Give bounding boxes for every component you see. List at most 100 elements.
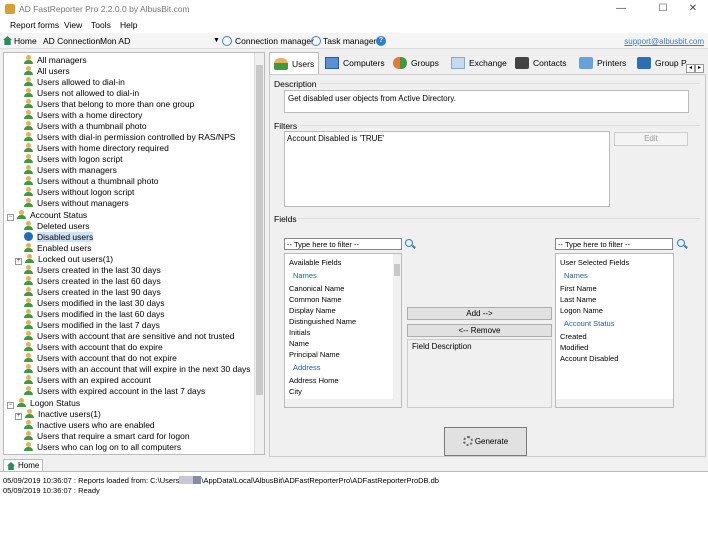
tree-item[interactable]: Users with an expired account	[24, 375, 151, 386]
tree-item[interactable]: Users not allowed to dial-in	[24, 88, 139, 99]
menu-tools[interactable]: Tools	[91, 20, 111, 30]
chevron-down-icon[interactable]: ▼	[213, 37, 220, 44]
list-group-header: Names	[293, 271, 317, 280]
tree-group-account-status[interactable]: − Account Status	[7, 210, 87, 221]
list-item[interactable]: Logon Name	[560, 306, 603, 315]
menu-help[interactable]: Help	[120, 20, 137, 30]
generate-button[interactable]: Generate	[444, 427, 527, 456]
selected-report-icon	[24, 232, 33, 241]
selected-fields-list[interactable]: User Selected Fields Names First Name La…	[555, 253, 674, 408]
tab-group-policy[interactable]: Group P	[633, 52, 687, 74]
tree-item[interactable]: All managers	[24, 55, 87, 66]
tree-item[interactable]: Inactive users who are enabled	[24, 420, 155, 431]
available-fields-list[interactable]: Available Fields Names Canonical Name Co…	[284, 253, 402, 408]
tree-group-logon-status[interactable]: − Logon Status	[7, 398, 80, 409]
tree-scroll-thumb[interactable]	[256, 65, 263, 395]
selected-fields-hscrollbar[interactable]	[556, 399, 673, 407]
tree-item[interactable]: Users modified in the last 7 days	[24, 320, 160, 331]
tree-item[interactable]: Users with home directory required	[24, 143, 169, 154]
list-item[interactable]: Canonical Name	[289, 284, 344, 293]
available-fields-hscrollbar[interactable]	[285, 399, 401, 407]
add-field-button[interactable]: Add -->	[407, 307, 552, 320]
home-button[interactable]: Home	[14, 36, 37, 46]
tree-scrollbar[interactable]	[254, 53, 264, 454]
list-item[interactable]: Created	[560, 332, 587, 341]
help-icon[interactable]: ?	[376, 36, 386, 46]
list-item[interactable]: Name	[289, 339, 309, 348]
task-manager-button[interactable]: Task manager	[323, 36, 376, 46]
tree-item[interactable]: Enabled users	[24, 243, 91, 254]
tree-item[interactable]: Users without managers	[24, 198, 129, 209]
ad-connection-select[interactable]: Mon AD	[100, 36, 130, 46]
minimize-button[interactable]: —	[606, 2, 636, 16]
selected-fields-filter-input[interactable]: -- Type here to filter --	[555, 238, 673, 250]
tree-item[interactable]: Users that belong to more than one group	[24, 99, 194, 110]
list-item[interactable]: Display Name	[289, 306, 336, 315]
expand-icon[interactable]: +	[15, 413, 22, 420]
tree-item[interactable]: + Inactive users(1)	[15, 409, 101, 420]
support-link[interactable]: support@albusbit.com	[624, 37, 704, 46]
close-button[interactable]: ✕	[678, 2, 708, 16]
tree-item-selected[interactable]: Disabled users	[24, 232, 94, 243]
list-item[interactable]: Initials	[289, 328, 310, 337]
tree-item[interactable]: Users with account that are sensitive an…	[24, 331, 235, 342]
list-item[interactable]: Distinguished Name	[289, 317, 356, 326]
tree-item[interactable]: Users created in the last 30 days	[24, 265, 161, 276]
tree-item[interactable]: + Locked out users(1)	[15, 254, 113, 265]
search-icon[interactable]	[677, 239, 685, 247]
remove-field-button[interactable]: <-- Remove	[407, 324, 552, 337]
list-item[interactable]: First Name	[560, 284, 597, 293]
edit-filter-button[interactable]: Edit	[614, 132, 688, 146]
tree-item[interactable]: Users with logon script	[24, 154, 123, 165]
tab-scroll-left-button[interactable]: ◂	[686, 64, 695, 73]
search-icon[interactable]	[405, 239, 413, 247]
tree-item[interactable]: Users created in the last 90 days	[24, 287, 161, 298]
list-item[interactable]: Common Name	[289, 295, 342, 304]
tree-item[interactable]: All users	[24, 66, 70, 77]
tree-item[interactable]: Users without logon script	[24, 187, 134, 198]
tree-item[interactable]: Users with account that do expire	[24, 342, 163, 353]
tree-item[interactable]: Users with dial-in permission controlled…	[24, 132, 235, 143]
collapse-icon[interactable]: −	[7, 402, 14, 409]
user-icon	[24, 88, 33, 97]
expand-icon[interactable]: +	[15, 258, 22, 265]
maximize-button[interactable]: ☐	[648, 2, 678, 16]
connection-manager-button[interactable]: Connection manager	[235, 36, 314, 46]
list-header: Available Fields	[289, 258, 342, 267]
tab-home[interactable]: Home	[3, 459, 43, 471]
collapse-icon[interactable]: −	[7, 214, 14, 221]
list-item[interactable]: City	[289, 387, 302, 396]
tab-computers[interactable]: Computers	[321, 52, 385, 74]
tab-scroll-right-button[interactable]: ▸	[695, 64, 704, 73]
tree-item[interactable]: Users allowed to dial-in	[24, 77, 125, 88]
tab-exchange[interactable]: Exchange	[447, 52, 507, 74]
available-fields-filter-input[interactable]: -- Type here to filter --	[284, 238, 402, 250]
tree-item[interactable]: Users who can log on to all computers	[24, 442, 181, 453]
tree-item[interactable]: Users with expired account in the last 7…	[24, 386, 205, 397]
tree-item[interactable]: Users with a thumbnail photo	[24, 121, 147, 132]
tree-item[interactable]: Users that require a smart card for logo…	[24, 431, 190, 442]
tree-item[interactable]: Users without a thumbnail photo	[24, 176, 158, 187]
tree-item[interactable]: Users with account that do not expire	[24, 353, 177, 364]
tree-item[interactable]: Users modified in the last 60 days	[24, 309, 165, 320]
menu-view[interactable]: View	[64, 20, 82, 30]
tree-item[interactable]: Users created in the last 60 days	[24, 276, 161, 287]
list-item[interactable]: Account Disabled	[560, 354, 618, 363]
tab-groups[interactable]: Groups	[389, 52, 441, 74]
list-item[interactable]: Principal Name	[289, 350, 340, 359]
list-item[interactable]: Modified	[560, 343, 588, 352]
tab-printers[interactable]: Printers	[575, 52, 629, 74]
tab-contacts[interactable]: Contacts	[511, 52, 569, 74]
available-fields-scrollbar[interactable]	[393, 254, 401, 401]
tree-item[interactable]: Users modified in the last 30 days	[24, 298, 165, 309]
tree-item[interactable]: Users with managers	[24, 165, 117, 176]
user-icon	[24, 121, 33, 130]
tree-item[interactable]: Users with an account that will expire i…	[24, 364, 251, 375]
menu-report-forms[interactable]: Report forms	[10, 20, 59, 30]
list-item[interactable]: Address Home	[289, 376, 339, 385]
tree-item[interactable]: Users with a home directory	[24, 110, 142, 121]
tab-users[interactable]: Users	[269, 52, 319, 74]
divider	[320, 83, 700, 84]
tree-item[interactable]: Deleted users	[24, 221, 89, 232]
list-item[interactable]: Last Name	[560, 295, 596, 304]
